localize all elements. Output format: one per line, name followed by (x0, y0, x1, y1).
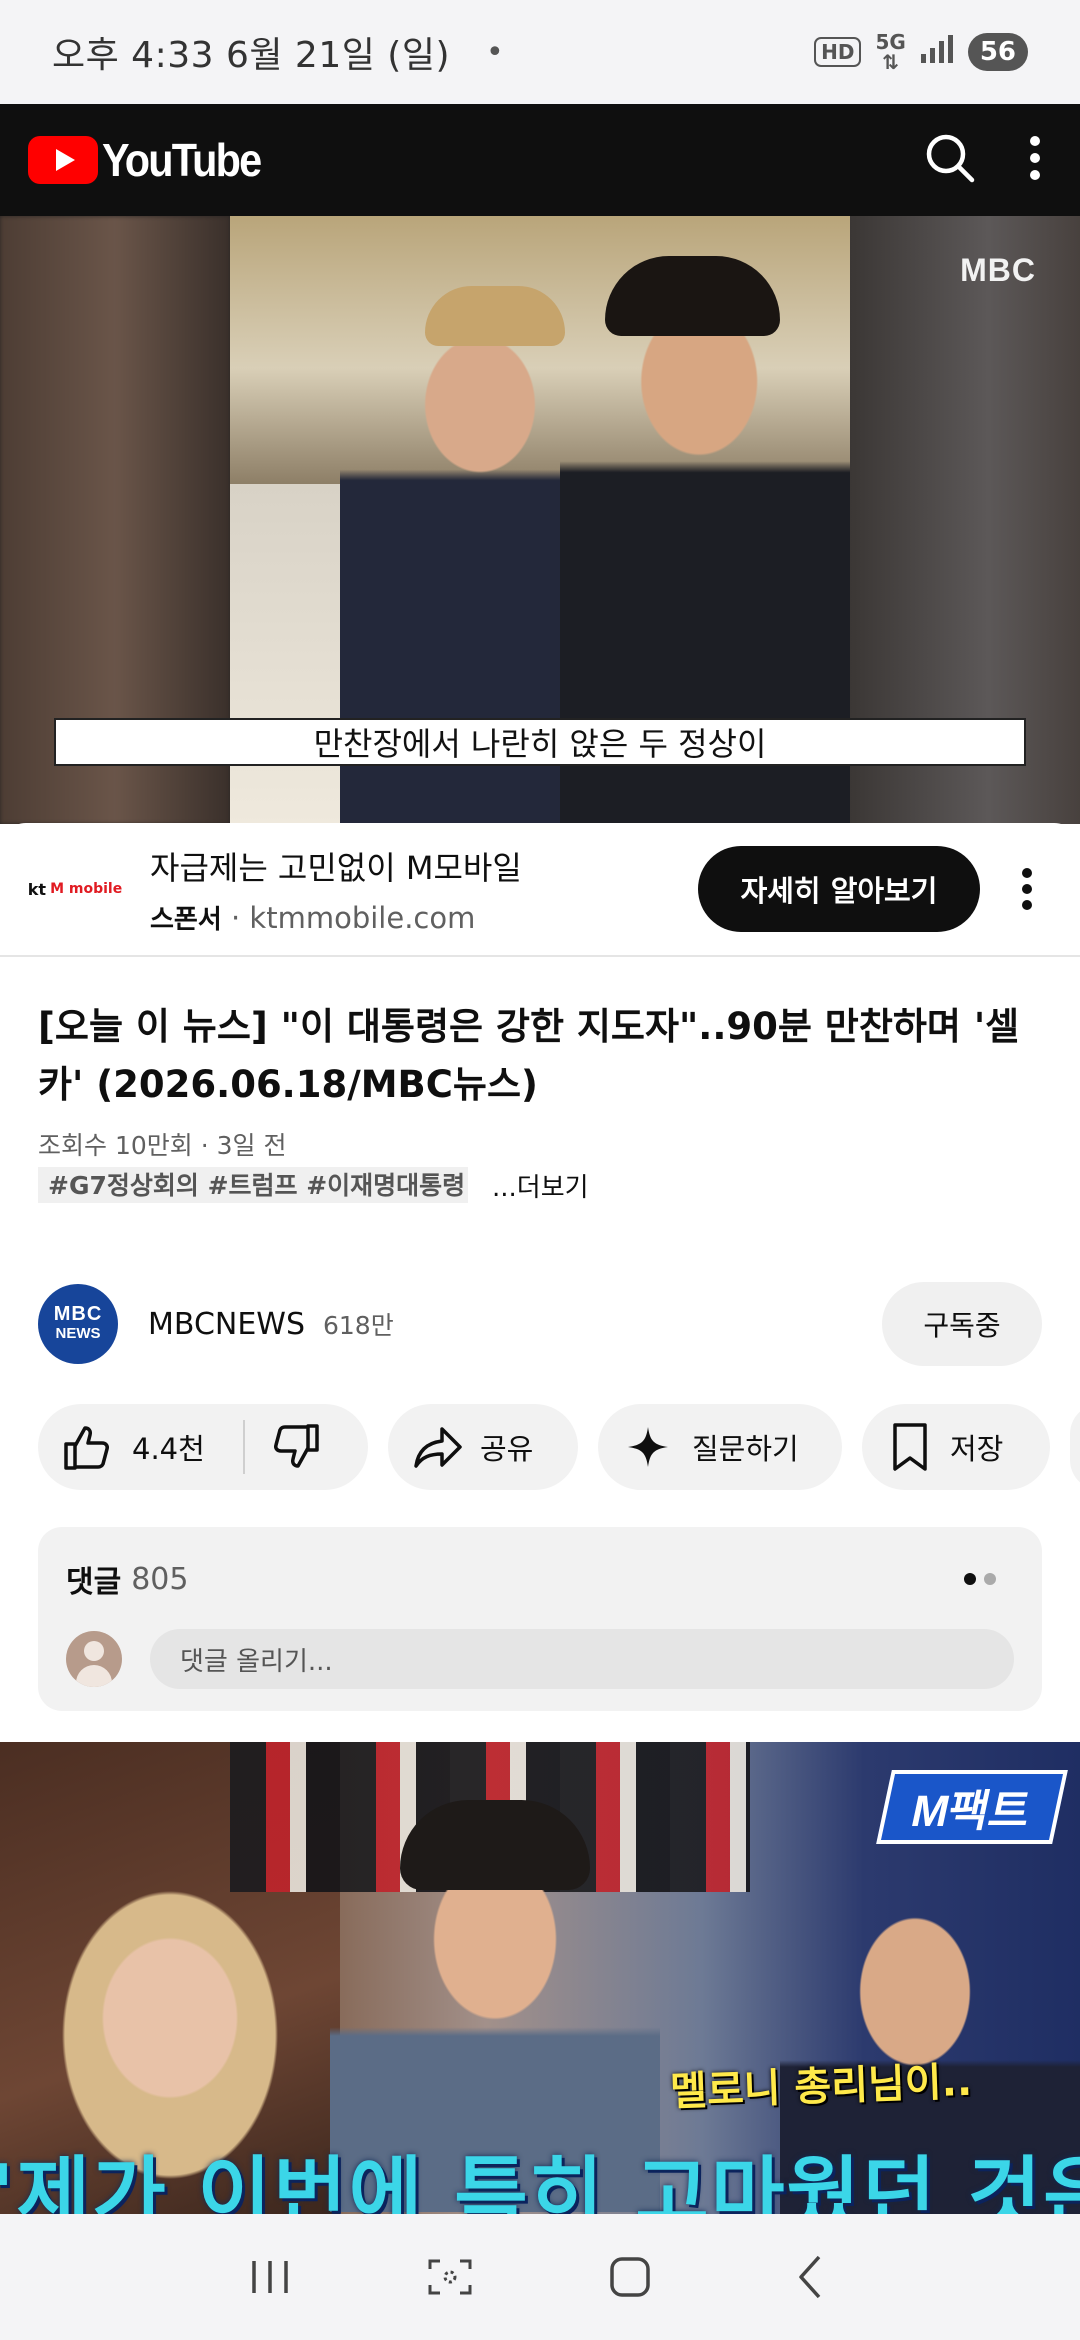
home-button[interactable] (540, 2214, 720, 2340)
save-button[interactable]: 저장 (862, 1404, 1050, 1490)
recent-apps-button[interactable] (180, 2214, 360, 2340)
screen-capture-icon (428, 2259, 472, 2295)
ad-separator: · (221, 900, 250, 935)
comments-panel[interactable]: 댓글 805 댓글 올리기... (38, 1527, 1042, 1711)
comment-input-row: 댓글 올리기... (66, 1629, 1014, 1689)
status-bar: 오후 4:33 6월 21일 (일) • HD 5G ⇅ 56 (0, 0, 1080, 104)
status-indicators: HD 5G ⇅ 56 (814, 32, 1028, 72)
user-avatar (66, 1631, 122, 1687)
video-title[interactable]: [오늘 이 뉴스] "이 대통령은 강한 지도자"..90분 만찬하며 '셀카'… (38, 998, 1038, 1114)
share-button[interactable]: 공유 (388, 1404, 578, 1490)
video-person-left-hair (425, 286, 565, 346)
share-label: 공유 (480, 1432, 534, 1466)
back-button[interactable] (720, 2214, 900, 2340)
page-indicator-icon (964, 1573, 996, 1585)
video-person-right-hair (605, 256, 780, 336)
dislike-button[interactable] (271, 1422, 321, 1472)
ad-domain: ktmmobile.com (249, 900, 476, 935)
thumb-headline: '제가 이번에 특히 고마웠던 것은' (0, 2148, 1080, 2214)
like-divider (242, 1420, 245, 1474)
screen-capture-button[interactable] (360, 2214, 540, 2340)
comments-label: 댓글 (66, 1565, 122, 1600)
like-button[interactable]: 4.4천 (62, 1422, 205, 1472)
like-count: 4.4천 (132, 1432, 205, 1466)
comments-header: 댓글 805 (66, 1557, 1014, 1601)
battery-icon: 56 (967, 33, 1028, 71)
hd-voice-icon: HD (814, 37, 862, 67)
ask-label: 질문하기 (692, 1432, 799, 1466)
subscribed-button[interactable]: 구독중 (882, 1282, 1042, 1366)
video-subtitle: 만찬장에서 나란히 앉은 두 정상이 (54, 718, 1026, 766)
youtube-play-icon (28, 136, 98, 184)
hashtags[interactable]: #G7정상회의 #트럼프 #이재명대통령 (38, 1167, 468, 1203)
like-dislike-group: 4.4천 (38, 1404, 368, 1490)
action-bar: 4.4천 공유 질문하기 저장 (38, 1404, 1080, 1490)
channel-avatar[interactable]: MBC NEWS (38, 1284, 118, 1364)
search-icon[interactable] (924, 132, 976, 188)
video-player[interactable]: MBC 만찬장에서 나란히 앉은 두 정상이 (0, 216, 1080, 824)
home-icon (610, 2257, 650, 2297)
signal-icon (920, 34, 954, 70)
ad-learn-more-button[interactable]: 자세히 알아보기 (698, 846, 980, 932)
status-time: 오후 4:33 6월 21일 (일) (52, 35, 451, 76)
thumbs-down-icon (273, 1424, 319, 1468)
network-5g-icon: 5G ⇅ (875, 30, 906, 74)
broadcaster-watermark: MBC (960, 252, 1036, 288)
network-label: 5G (875, 30, 906, 54)
more-vert-icon[interactable] (1028, 135, 1042, 185)
ad-text[interactable]: 자급제는 고민없이 M모바일 스폰서 · ktmmobile.com (150, 843, 698, 936)
channel-row[interactable]: MBC NEWS MBCNEWS 618만 구독중 (38, 1282, 1042, 1366)
thumbs-up-icon (64, 1426, 109, 1470)
subscriber-count: 618만 (323, 1311, 394, 1340)
ad-title: 자급제는 고민없이 M모바일 (150, 848, 522, 887)
youtube-wordmark: YouTube (102, 134, 262, 186)
save-label: 저장 (950, 1432, 1004, 1466)
ask-button[interactable]: 질문하기 (598, 1404, 842, 1490)
more-button[interactable]: ...더보기 (492, 1167, 589, 1204)
thumb-caption: 멜로니 총리님이.. (669, 2058, 973, 2116)
channel-avatar-line2: NEWS (55, 1325, 101, 1342)
comments-count: 805 (131, 1561, 189, 1597)
recent-apps-icon (252, 2261, 288, 2293)
back-icon (799, 2255, 821, 2299)
ad-sponsor-label: 스폰서 (150, 904, 222, 935)
comment-input[interactable]: 댓글 올리기... (150, 1629, 1014, 1689)
ad-sponsor-line: 스폰서 · ktmmobile.com (150, 899, 698, 936)
advertiser-logo[interactable]: kt M mobile (0, 880, 150, 899)
bookmark-icon (893, 1423, 927, 1471)
channel-name[interactable]: MBCNEWS (148, 1307, 305, 1342)
youtube-logo[interactable]: YouTube (28, 133, 278, 187)
channel-avatar-line1: MBC (53, 1303, 103, 1325)
notification-dot: • (486, 34, 504, 70)
system-nav-bar (0, 2214, 1080, 2340)
program-badge: M팩트 (876, 1770, 1068, 1844)
thumb-person-center-hair (400, 1800, 590, 1890)
hashtag-row: #G7정상회의 #트럼프 #이재명대통령 ...더보기 (38, 1167, 589, 1203)
video-meta[interactable]: 조회수 10만회 · 3일 전 (38, 1126, 286, 1162)
more-vert-icon[interactable] (1010, 867, 1044, 911)
advertiser-logo-m: M mobile (50, 881, 123, 897)
sponsored-ad[interactable]: kt M mobile 자급제는 고민없이 M모바일 스폰서 · ktmmobi… (0, 823, 1080, 957)
sparkle-icon (628, 1427, 668, 1467)
advertiser-logo-kt: kt (27, 879, 47, 899)
more-actions-button[interactable] (1070, 1404, 1080, 1490)
next-video-thumbnail[interactable]: M팩트 멜로니 총리님이.. '제가 이번에 특히 고마웠던 것은' (0, 1742, 1080, 2214)
share-icon (414, 1427, 462, 1468)
app-header: YouTube (0, 104, 1080, 216)
